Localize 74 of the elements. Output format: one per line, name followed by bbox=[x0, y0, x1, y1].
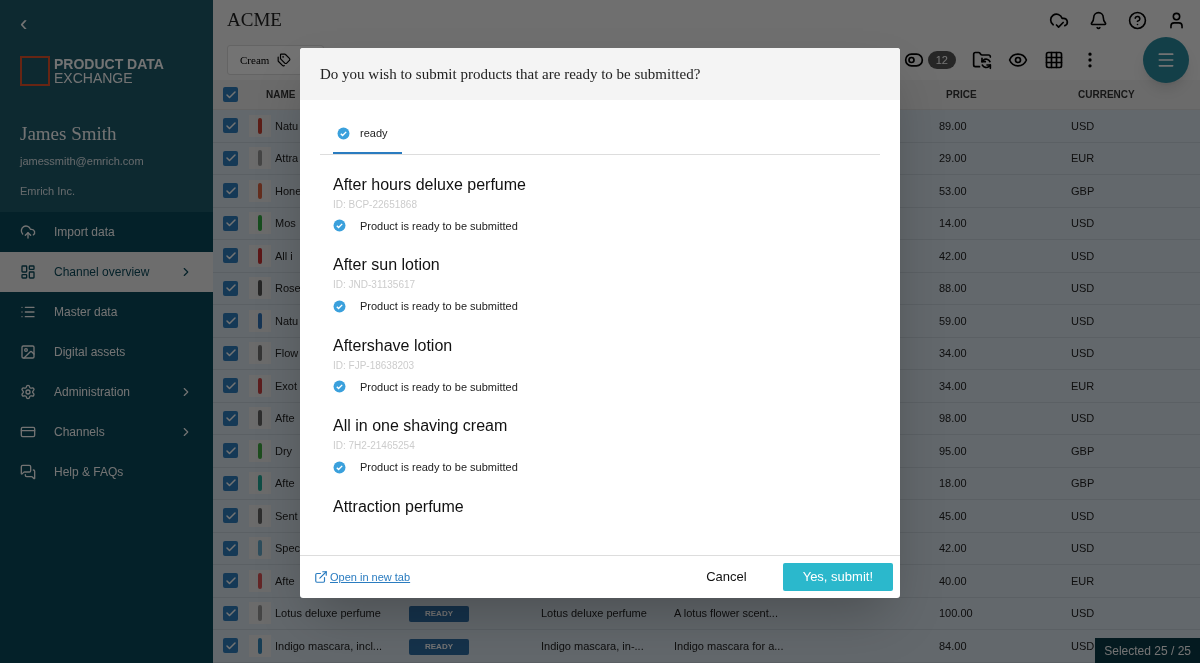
table-cell-text: EUR bbox=[1071, 378, 1095, 394]
table-cell-text: Afte bbox=[275, 411, 295, 426]
user-email: jamessmith@emrich.com bbox=[20, 153, 145, 169]
table-cell-text: All i bbox=[275, 248, 293, 264]
table-cell-text: USD bbox=[1071, 248, 1095, 264]
table-cell-text: 95.00 bbox=[939, 443, 968, 459]
product-name: After hours deluxe perfume bbox=[333, 174, 527, 195]
table-cell-text: 40.00 bbox=[939, 573, 968, 589]
table-cell-text: 88.00 bbox=[939, 281, 968, 296]
table-cell-text: 98.00 bbox=[939, 411, 968, 426]
table-cell-text: Hone bbox=[275, 183, 302, 199]
product-name: All in one shaving cream bbox=[333, 416, 509, 436]
table-cell-text: USD bbox=[1071, 346, 1095, 361]
status-message: Product is ready to be submitted bbox=[360, 299, 518, 314]
status-message: Product is ready to be submitted bbox=[360, 460, 518, 475]
count-badge: 12 bbox=[927, 51, 956, 69]
product-name: Attraction perfume bbox=[333, 496, 465, 517]
table-cell-text: 59.00 bbox=[939, 313, 968, 329]
table-cell-text: Exot bbox=[275, 378, 297, 394]
status-message: Product is ready to be submitted bbox=[360, 218, 518, 234]
company-name: Emrich Inc. bbox=[20, 184, 76, 199]
table-cell-text: Rose bbox=[275, 281, 301, 296]
user-name: James Smith bbox=[20, 122, 118, 146]
table-cell-text: 14.00 bbox=[939, 216, 968, 231]
table-cell-text: GBP bbox=[1071, 476, 1095, 491]
table-cell-text: USD bbox=[1071, 541, 1095, 556]
table-cell-text: GBP bbox=[1071, 443, 1095, 459]
table-cell-text: USD bbox=[1071, 606, 1095, 621]
table-cell-text: USD bbox=[1071, 638, 1095, 654]
table-cell-text: EUR bbox=[1071, 151, 1095, 166]
table-cell-text: EUR bbox=[1071, 573, 1095, 589]
table-cell-text: 84.00 bbox=[939, 638, 968, 654]
table-cell-text: GBP bbox=[1071, 183, 1095, 199]
status-badge: READY bbox=[409, 638, 469, 655]
table-cell-text: Afte bbox=[275, 476, 295, 491]
table-cell-text: USD bbox=[1071, 508, 1095, 524]
table-cell-text: Afte bbox=[275, 573, 295, 589]
table-cell-text: 42.00 bbox=[939, 541, 968, 556]
table-cell-text: 45.00 bbox=[939, 508, 968, 524]
table-cell-text: 29.00 bbox=[939, 151, 968, 166]
page-title: ACME bbox=[227, 7, 283, 32]
table-cell-text: Spec bbox=[275, 541, 301, 556]
logo-subtitle: EXCHANGE bbox=[54, 71, 134, 85]
table-cell-text: 34.00 bbox=[939, 378, 968, 394]
table-cell-text: USD bbox=[1071, 216, 1095, 231]
selection-count: Selected 25 / 25 bbox=[1095, 638, 1200, 663]
product-name: After sun lotion bbox=[333, 255, 441, 275]
table-cell-text: USD bbox=[1071, 411, 1095, 426]
table-cell-text: Lotus deluxe perfume bbox=[541, 606, 648, 621]
table-cell-text: Mos bbox=[275, 216, 296, 231]
logo-title: PRODUCT DATA bbox=[54, 57, 164, 71]
table-cell-text: USD bbox=[1071, 313, 1095, 329]
table-cell-text: Indigo mascara, in-... bbox=[541, 638, 645, 654]
table-cell-text: 53.00 bbox=[939, 183, 968, 199]
table-cell-text: Attra bbox=[275, 151, 299, 166]
table-cell-text: Indigo mascara, incl... bbox=[275, 638, 382, 654]
table-cell-text: Lotus deluxe perfume bbox=[275, 606, 381, 621]
status-message: Product is ready to be submitted bbox=[360, 379, 518, 395]
table-cell-text: USD bbox=[1071, 118, 1095, 134]
table-cell-text: 42.00 bbox=[939, 248, 968, 264]
table-cell-text: USD bbox=[1071, 281, 1095, 296]
table-cell-text: Flow bbox=[275, 346, 299, 361]
table-cell-text: 89.00 bbox=[939, 118, 968, 134]
table-cell-text: Dry bbox=[275, 443, 293, 459]
status-badge: READY bbox=[409, 606, 469, 623]
table-cell-text: Sent bbox=[275, 508, 298, 524]
table-cell-text: Natu bbox=[275, 118, 299, 134]
table-cell-text: 100.00 bbox=[939, 606, 974, 621]
product-name: Aftershave lotion bbox=[333, 335, 454, 356]
table-cell-text: 34.00 bbox=[939, 346, 968, 361]
table-cell-text: Indigo mascara for a... bbox=[674, 638, 785, 654]
table-cell-text: 18.00 bbox=[939, 476, 968, 491]
table-cell-text: Natu bbox=[275, 313, 299, 329]
table-cell-text: A lotus flower scent... bbox=[674, 606, 779, 621]
